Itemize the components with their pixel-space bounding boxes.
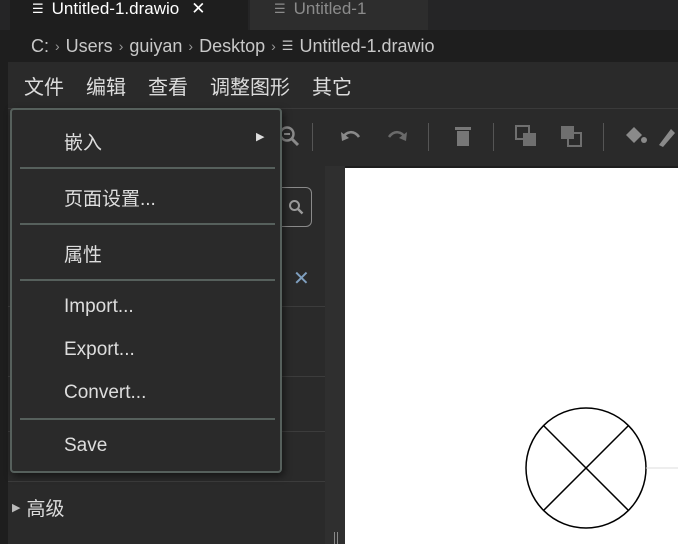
menu-item-label: 页面设置... (64, 188, 156, 210)
fill-color-icon[interactable] (620, 119, 650, 153)
drag-handle-icon[interactable] (334, 532, 338, 544)
file-menu-dropdown: 嵌入 ▶ 页面设置... 属性 Import... Export... Conv… (10, 108, 282, 473)
tab-untitled-drawio[interactable]: ☰ Untitled-1.drawio ✕ (10, 0, 248, 30)
to-front-icon[interactable] (511, 119, 541, 153)
undo-icon[interactable] (336, 119, 366, 153)
tab-label: Untitled-1 (293, 0, 367, 18)
menu-separator (20, 167, 275, 169)
menu-arrange[interactable]: 调整图形 (210, 71, 290, 100)
breadcrumb-item[interactable]: Untitled-1.drawio (299, 36, 434, 57)
breadcrumb: C: › Users › guiyan › Desktop › ☰ Untitl… (0, 30, 678, 62)
menu-view[interactable]: 查看 (148, 71, 188, 100)
menu-item-export[interactable]: Export... (12, 333, 280, 367)
menu-extras[interactable]: 其它 (312, 71, 352, 100)
app-menu-bar: 文件 编辑 查看 调整图形 其它 (8, 62, 678, 108)
panel-splitter[interactable] (325, 166, 345, 544)
tab-label: Untitled-1.drawio (51, 0, 180, 18)
menu-item-label: Export... (64, 339, 135, 360)
line-color-icon[interactable] (656, 119, 678, 153)
advanced-label: 高级 (26, 499, 65, 520)
menu-item-convert[interactable]: Convert... (12, 376, 280, 410)
breadcrumb-item[interactable]: C: (31, 36, 49, 57)
toolbar-divider (493, 123, 494, 151)
breadcrumb-item[interactable]: Users (66, 36, 113, 57)
chevron-right-icon: › (118, 38, 124, 54)
menu-item-label: Save (64, 435, 108, 456)
toolbar-divider (603, 123, 604, 151)
menu-separator (20, 223, 275, 225)
chevron-right-icon: › (188, 38, 194, 54)
breadcrumb-item[interactable]: guiyan (129, 36, 182, 57)
delete-icon[interactable] (448, 119, 478, 153)
to-back-icon[interactable] (556, 119, 586, 153)
file-lines-icon: ☰ (32, 1, 44, 16)
menu-edit[interactable]: 编辑 (86, 71, 126, 100)
chevron-right-icon: › (55, 38, 60, 54)
toolbar-divider (428, 123, 429, 151)
advanced-section-toggle[interactable]: ▶ 高级 (12, 494, 64, 521)
crossed-circle-shape[interactable] (525, 407, 647, 529)
menu-item-label: 属性 (64, 244, 103, 266)
redo-icon[interactable] (382, 119, 412, 153)
tab-untitled[interactable]: ☰ Untitled-1 (250, 0, 428, 30)
breadcrumb-item[interactable]: Desktop (199, 36, 265, 57)
canvas-drawing (525, 407, 678, 529)
menu-item-label: Convert... (64, 382, 147, 403)
menu-item-properties[interactable]: 属性 (12, 236, 280, 270)
caret-right-icon: ▶ (12, 502, 21, 514)
toolbar-divider (312, 123, 313, 151)
chevron-right-icon: › (271, 38, 276, 54)
file-lines-icon: ☰ (274, 1, 286, 16)
menu-separator (20, 418, 275, 420)
menu-item-save[interactable]: Save (12, 429, 280, 463)
menu-item-import[interactable]: Import... (12, 290, 280, 324)
menu-item-label: 嵌入 (64, 132, 103, 154)
menu-item-page-setup[interactable]: 页面设置... (12, 180, 280, 214)
chevron-right-icon: ▶ (256, 131, 265, 143)
menu-file[interactable]: 文件 (24, 71, 64, 100)
menu-separator (20, 279, 275, 281)
diagram-canvas[interactable] (345, 168, 678, 544)
divider (8, 481, 325, 482)
close-icon[interactable]: ✕ (293, 266, 310, 291)
file-lines-icon: ☰ (281, 38, 294, 53)
search-icon[interactable] (280, 187, 312, 227)
close-icon[interactable]: ✕ (191, 0, 205, 19)
tab-bar: ☰ Untitled-1.drawio ✕ ☰ Untitled-1 (0, 0, 678, 30)
menu-item-label: Import... (64, 296, 134, 317)
menu-item-embed[interactable]: 嵌入 (12, 124, 280, 158)
